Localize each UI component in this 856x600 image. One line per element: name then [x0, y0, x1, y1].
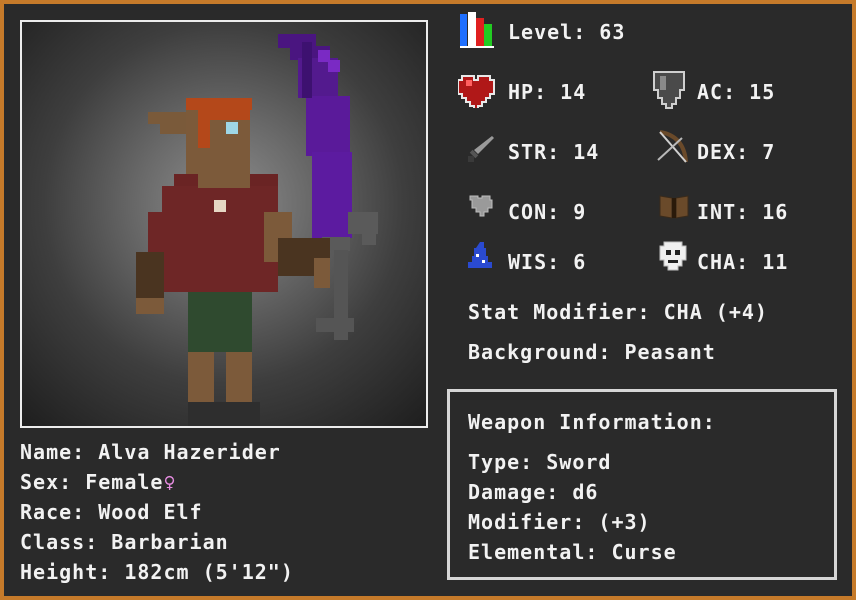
bow-icon [657, 130, 688, 163]
sex-row: Sex: Female♀ [20, 470, 177, 494]
int-value: 16 [762, 200, 789, 224]
level-label: Level: [508, 20, 587, 44]
wizard-hat-icon [468, 242, 492, 268]
wis-row: WIS: 6 [508, 250, 586, 274]
class-value: Barbarian [111, 530, 229, 554]
weapon-damage-label: Damage: [468, 480, 560, 504]
race-label: Race: [20, 500, 86, 524]
str-value: 14 [573, 140, 600, 164]
grey-heart-icon [469, 195, 493, 217]
book-icon [659, 195, 689, 219]
ac-row: AC: 15 [697, 80, 775, 104]
name-label: Name: [20, 440, 86, 464]
weapon-type-row: Type: Sword [468, 450, 611, 474]
class-row: Class: Barbarian [20, 530, 229, 554]
con-row: CON: 9 [508, 200, 586, 224]
character-sprite [136, 34, 378, 426]
cha-row: CHA: 11 [697, 250, 788, 274]
con-value: 9 [573, 200, 587, 224]
weapon-elemental-value: Curse [611, 540, 677, 564]
dex-label: DEX: [697, 140, 750, 164]
str-label: STR: [508, 140, 561, 164]
weapon-damage-value: d6 [572, 480, 599, 504]
weapon-type-value: Sword [546, 450, 612, 474]
background-row: Background: Peasant [468, 340, 716, 364]
wis-label: WIS: [508, 250, 561, 274]
hp-label: HP: [508, 80, 548, 104]
character-portrait [20, 20, 428, 428]
level-bars-icon [460, 12, 494, 48]
race-value: Wood Elf [98, 500, 203, 524]
background-value: Peasant [624, 340, 716, 364]
weapon-damage-row: Damage: d6 [468, 480, 598, 504]
hp-row: HP: 14 [508, 80, 586, 104]
height-row: Height: 182cm (5'12") [20, 560, 294, 584]
heart-icon [458, 75, 495, 108]
elf-sprite [136, 98, 330, 426]
int-label: INT: [697, 200, 750, 224]
weapon-modifier-value: (+3) [598, 510, 651, 534]
shield-icon [653, 71, 685, 109]
dex-row: DEX: 7 [697, 140, 775, 164]
stat-modifier-row: Stat Modifier: CHA (+4) [468, 300, 768, 324]
race-row: Race: Wood Elf [20, 500, 203, 524]
name-row: Name: Alva Hazerider [20, 440, 281, 464]
level-row: Level: 63 [508, 20, 625, 44]
str-row: STR: 14 [508, 140, 599, 164]
stat-modifier-label: Stat Modifier: [468, 300, 651, 324]
stat-modifier-value: CHA (+4) [663, 300, 768, 324]
weapon-elemental-row: Elemental: Curse [468, 540, 677, 564]
hp-value: 14 [560, 80, 587, 104]
weapon-modifier-label: Modifier: [468, 510, 586, 534]
ac-label: AC: [697, 80, 737, 104]
cha-label: CHA: [697, 250, 750, 274]
dex-value: 7 [762, 140, 776, 164]
mask-icon [659, 241, 687, 271]
weapon-elemental-label: Elemental: [468, 540, 599, 564]
female-symbol-icon: ♀ [163, 470, 177, 494]
dagger-icon [468, 136, 494, 162]
sword-sprite [278, 34, 378, 340]
sex-label: Sex: [20, 470, 73, 494]
weapon-modifier-row: Modifier: (+3) [468, 510, 651, 534]
ac-value: 15 [749, 80, 776, 104]
level-value: 63 [599, 20, 626, 44]
weapon-type-label: Type: [468, 450, 534, 474]
height-label: Height: [20, 560, 112, 584]
height-value: 182cm (5'12") [124, 560, 294, 584]
sex-value: Female [85, 470, 164, 494]
cha-value: 11 [762, 250, 789, 274]
class-label: Class: [20, 530, 99, 554]
con-label: CON: [508, 200, 561, 224]
weapon-title: Weapon Information: [468, 410, 716, 434]
name-value: Alva Hazerider [98, 440, 281, 464]
background-label: Background: [468, 340, 612, 364]
wis-value: 6 [573, 250, 587, 274]
int-row: INT: 16 [697, 200, 788, 224]
